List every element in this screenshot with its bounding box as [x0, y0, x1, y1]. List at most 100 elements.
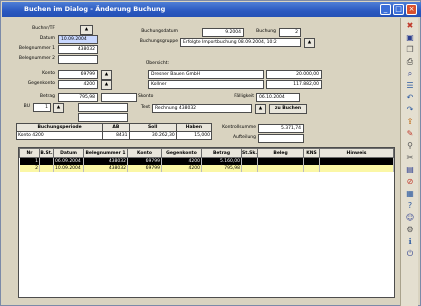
- user-icon[interactable]: ☺: [405, 213, 415, 223]
- belegnummer1-field[interactable]: 438032: [58, 45, 98, 54]
- belegnummer1-label: Belegnummer 1: [18, 46, 55, 51]
- buchungsinfo-lookup-button[interactable]: ▲: [304, 38, 315, 48]
- bu-lookup-button[interactable]: ▲: [53, 103, 64, 113]
- delete-icon[interactable]: ⊘: [405, 177, 415, 187]
- redo-icon[interactable]: ↷: [405, 105, 415, 115]
- grid-cell: 438032: [83, 164, 128, 172]
- betrag-label: Betrag: [39, 94, 55, 99]
- copy-icon[interactable]: ❐: [405, 45, 415, 55]
- title-bar: Buchen im Dialog - Änderung Buchung _ □ …: [2, 2, 421, 17]
- close-button[interactable]: ×: [406, 4, 417, 15]
- grid-cell: 438032: [83, 157, 128, 165]
- settings-icon[interactable]: ⚙: [405, 225, 415, 235]
- datum-field[interactable]: 10.09.2004: [58, 35, 98, 44]
- grid-header[interactable]: Nr: [19, 148, 40, 158]
- grid-header[interactable]: B.St.: [39, 148, 54, 158]
- grid-header[interactable]: Hinweis: [319, 148, 394, 158]
- calc-icon[interactable]: ▦: [405, 189, 415, 199]
- cut-icon[interactable]: ✂: [405, 153, 415, 163]
- buchung-label: Buchung: [256, 29, 276, 34]
- grid-cell: 5.160,00: [201, 157, 242, 165]
- close-icon[interactable]: ✖: [405, 21, 415, 31]
- edit-icon[interactable]: ✎: [405, 129, 415, 139]
- kontrollsumme-field: 5.371,74: [258, 124, 304, 133]
- gegenkonto-field[interactable]: 4200: [58, 80, 98, 89]
- faelligkeit-field[interactable]: 06.10.2004: [256, 93, 300, 102]
- kunde-amount-field: 20.000,00: [266, 70, 322, 79]
- grid-cell: 4200: [161, 157, 202, 165]
- belegnummer2-field[interactable]: [58, 55, 98, 64]
- grid-header[interactable]: St.Sk.: [240, 148, 259, 158]
- filter-icon[interactable]: ⚲: [405, 141, 415, 151]
- grid-header[interactable]: Konto: [127, 148, 162, 158]
- gegenkonto-lookup-button[interactable]: ▲: [101, 80, 112, 90]
- grid-cell: [241, 157, 259, 165]
- export-icon[interactable]: ⇪: [405, 117, 415, 127]
- grid-cell: 69799: [127, 164, 162, 172]
- minimize-button[interactable]: _: [380, 4, 391, 15]
- summary-table: Buchungsperiode AB Soll Haben Konto 4200…: [15, 123, 213, 140]
- grid-cell: [303, 157, 321, 165]
- grid-cell: [257, 164, 305, 172]
- info-icon[interactable]: ℹ: [405, 237, 415, 247]
- save-icon[interactable]: ▣: [405, 33, 415, 43]
- grid-cell: [39, 157, 54, 165]
- summary-header: Buchungsperiode: [15, 123, 104, 132]
- uebersicht-label: Übersicht:: [146, 61, 169, 66]
- app-window: Buchen im Dialog - Änderung Buchung _ □ …: [0, 0, 421, 306]
- grid-cell: 4200: [161, 164, 202, 172]
- text-lookup-button[interactable]: ▲: [255, 104, 266, 114]
- skonto-label: Skonto: [138, 94, 154, 99]
- help-icon[interactable]: ?: [405, 201, 415, 211]
- search-icon[interactable]: ⌕: [405, 69, 415, 79]
- datum-label: Datum: [39, 36, 55, 41]
- text-field[interactable]: Rechnung 438032: [152, 104, 252, 113]
- table-row[interactable]: 2 10.09.2004 438032 69799 4200 795,98: [19, 164, 394, 172]
- window-title: Buchen im Dialog - Änderung Buchung: [24, 5, 166, 13]
- maximize-button[interactable]: □: [393, 4, 404, 15]
- konto-lookup-button[interactable]: ▲: [101, 70, 112, 80]
- buchungsnr-lookup-button[interactable]: ▲: [80, 25, 93, 35]
- list-icon[interactable]: ☰: [405, 81, 415, 91]
- bu-description2-field[interactable]: [78, 113, 128, 122]
- betrag-field[interactable]: 795,98: [58, 93, 98, 102]
- grid-cell: [319, 157, 394, 165]
- grid-cell: 06.09.2004: [53, 157, 84, 165]
- grid-header[interactable]: Betrag: [201, 148, 242, 158]
- exit-icon[interactable]: ⏻: [405, 249, 415, 259]
- form-area: Buchnr/TF ▲ Datum 10.09.2004 Belegnummer…: [6, 19, 399, 302]
- kontrollsumme-label: Kontrollsumme: [222, 125, 256, 130]
- belegnummer2-label: Belegnummer 2: [18, 56, 55, 61]
- aufteilung-field[interactable]: [258, 134, 304, 143]
- konto-field[interactable]: 69799: [58, 70, 98, 79]
- zu-buchen-label: zu Buchen: [274, 106, 302, 111]
- buchungsdatum-label: Buchungsdatum: [141, 29, 178, 34]
- undo-icon[interactable]: ↶: [405, 93, 415, 103]
- print-icon[interactable]: ⎙: [405, 57, 415, 67]
- aufteilung-label: Aufteilung: [232, 135, 256, 140]
- grid-cell: [303, 164, 321, 172]
- grid-header[interactable]: Belegnummer 1: [83, 148, 128, 158]
- zu-buchen-button[interactable]: zu Buchen: [269, 104, 307, 114]
- buchungsdatum-field: 9.2004: [202, 28, 244, 37]
- bu-field[interactable]: 1: [33, 103, 51, 112]
- grid-header[interactable]: Gegenkonto: [161, 148, 202, 158]
- grid-header[interactable]: Datum: [53, 148, 84, 158]
- betrag-extra-field[interactable]: [101, 93, 137, 102]
- table-row[interactable]: 1 06.09.2004 438032 69799 4200 5.160,00: [19, 157, 394, 165]
- summary-cell: 8431: [102, 131, 130, 140]
- grid-header[interactable]: Beleg: [257, 148, 305, 158]
- grid-cell: 69799: [127, 157, 162, 165]
- faelligkeit-label: Fälligkeit: [234, 94, 254, 99]
- summary-header: Haben: [175, 123, 213, 132]
- summary-cell: 30.262,30: [128, 131, 177, 140]
- kunde2-name-field: Kollner: [148, 80, 264, 89]
- buchungsinfo-label: Buchungsgruppe: [139, 39, 178, 44]
- summary-cell: 15,000: [175, 131, 213, 140]
- bookings-grid[interactable]: Nr B.St. Datum Belegnummer 1 Konto Gegen…: [18, 147, 395, 298]
- grid-cell: 795,98: [201, 164, 242, 172]
- gegenkonto-label: Gegenkonto: [27, 81, 55, 86]
- grid-header[interactable]: KNS: [303, 148, 321, 158]
- bu-description-field[interactable]: [78, 103, 128, 112]
- paste-icon[interactable]: ▤: [405, 165, 415, 175]
